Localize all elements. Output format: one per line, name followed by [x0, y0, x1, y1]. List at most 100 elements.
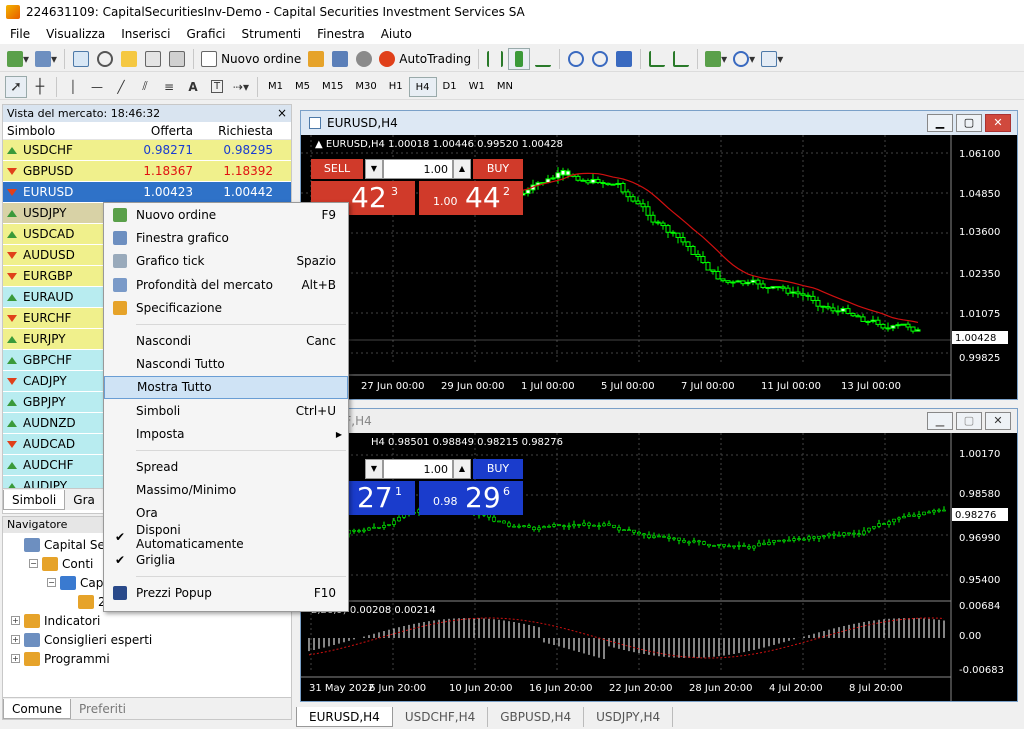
- horizontal-line-button[interactable]: —: [86, 76, 108, 98]
- buy-price[interactable]: 1.00 44 2: [419, 181, 523, 215]
- text-button[interactable]: A: [182, 76, 204, 98]
- menu-insert[interactable]: Inserisci: [113, 24, 178, 44]
- fibonacci-button[interactable]: ≡: [158, 76, 180, 98]
- expand-toggle[interactable]: +: [11, 635, 20, 644]
- qty-down-button[interactable]: ▼: [365, 159, 383, 179]
- buy-button[interactable]: BUY: [473, 159, 523, 179]
- menu-window[interactable]: Finestra: [309, 24, 373, 44]
- autotrading-button[interactable]: AutoTrading: [377, 48, 473, 70]
- new-order-button[interactable]: Nuovo ordine: [199, 48, 303, 70]
- text-label-button[interactable]: T: [206, 76, 228, 98]
- symbol-row-gbpusd[interactable]: GBPUSD 1.18367 1.18392: [3, 161, 291, 182]
- col-ask[interactable]: Richiesta: [199, 122, 279, 139]
- symbol-row-usdchf[interactable]: USDCHF 0.98271 0.98295: [3, 140, 291, 161]
- menu-help[interactable]: Aiuto: [373, 24, 420, 44]
- context-menu-item-nascondi-tutto[interactable]: Nascondi Tutto: [104, 352, 348, 375]
- tf-m15[interactable]: M15: [316, 77, 349, 97]
- qty-up-button[interactable]: ▲: [453, 459, 471, 479]
- arrows-button[interactable]: ⇢▾: [230, 76, 252, 98]
- expand-toggle[interactable]: −: [47, 578, 56, 587]
- minimize-button[interactable]: ▁: [927, 412, 953, 430]
- market-watch-button[interactable]: [70, 48, 92, 70]
- tf-mn[interactable]: MN: [491, 77, 519, 97]
- close-button[interactable]: ✕: [985, 412, 1011, 430]
- chart-tab-eurusd[interactable]: EURUSD,H4: [296, 707, 393, 727]
- tf-m1[interactable]: M1: [262, 77, 289, 97]
- profiles-button[interactable]: ▾: [33, 48, 59, 70]
- menu-file[interactable]: File: [2, 24, 38, 44]
- indicators-button[interactable]: ▾: [703, 48, 729, 70]
- context-menu-item-finestra-grafico[interactable]: Finestra grafico: [104, 226, 348, 249]
- zoom-in-button[interactable]: [565, 48, 587, 70]
- tf-w1[interactable]: W1: [463, 77, 491, 97]
- context-menu-item-prezzi-popup[interactable]: Prezzi Popup F10: [104, 581, 348, 604]
- auto-scroll-button[interactable]: [670, 48, 692, 70]
- col-bid[interactable]: Offerta: [119, 122, 199, 139]
- qty-down-button[interactable]: ▼: [365, 459, 383, 479]
- context-menu-item-mostra-tutto[interactable]: Mostra Tutto: [104, 375, 348, 400]
- qty-input[interactable]: 1.00: [383, 459, 453, 479]
- buy-button[interactable]: BUY: [473, 459, 523, 479]
- close-icon[interactable]: ×: [277, 105, 287, 122]
- tf-m5[interactable]: M5: [289, 77, 316, 97]
- navigator-button[interactable]: [118, 48, 140, 70]
- chart-shift-button[interactable]: [646, 48, 668, 70]
- tab-tick-chart[interactable]: Gra: [65, 490, 103, 510]
- maximize-button[interactable]: ▢: [956, 114, 982, 132]
- tf-h4[interactable]: H4: [408, 76, 437, 97]
- expand-toggle[interactable]: +: [11, 616, 20, 625]
- tab-favorites[interactable]: Preferiti: [71, 699, 134, 719]
- vps-button[interactable]: [353, 48, 375, 70]
- data-window-button[interactable]: [94, 48, 116, 70]
- crosshair-button[interactable]: ┼: [29, 76, 51, 98]
- minimize-button[interactable]: ▁: [927, 114, 953, 132]
- templates-button[interactable]: ▾: [759, 48, 785, 70]
- chart-tab-usdchf[interactable]: USDCHF,H4: [393, 707, 489, 727]
- close-button[interactable]: ✕: [985, 114, 1011, 132]
- tf-h1[interactable]: H1: [383, 77, 409, 97]
- maximize-button[interactable]: ▢: [956, 412, 982, 430]
- new-chart-button[interactable]: ▾: [5, 48, 31, 70]
- expand-toggle[interactable]: +: [11, 654, 20, 663]
- qty-input[interactable]: 1.00: [383, 159, 453, 179]
- context-menu-item-spread[interactable]: Spread: [104, 455, 348, 478]
- context-menu-item-disponi-automaticamente[interactable]: ✔ Disponi Automaticamente: [104, 523, 348, 551]
- navigator-item[interactable]: + Indicatori: [3, 611, 291, 630]
- cursor-button[interactable]: ➚: [5, 75, 27, 98]
- symbol-row-eurusd[interactable]: EURUSD 1.00423 1.00442: [3, 182, 291, 203]
- candlestick-button[interactable]: [508, 47, 531, 70]
- tester-button[interactable]: [166, 48, 188, 70]
- chart-tab-usdjpy[interactable]: USDJPY,H4: [584, 707, 674, 727]
- tf-d1[interactable]: D1: [437, 77, 463, 97]
- tf-m30[interactable]: M30: [349, 77, 382, 97]
- context-menu-item-ora[interactable]: Ora: [104, 502, 348, 525]
- tile-windows-button[interactable]: [613, 48, 635, 70]
- menu-charts[interactable]: Grafici: [178, 24, 233, 44]
- context-menu-item-nuovo-ordine[interactable]: Nuovo ordine F9: [104, 203, 348, 226]
- navigator-item[interactable]: + Consiglieri esperti: [3, 630, 291, 649]
- menu-view[interactable]: Visualizza: [38, 24, 113, 44]
- context-menu-item-grafico-tick[interactable]: Grafico tick Spazio: [104, 250, 348, 273]
- qty-up-button[interactable]: ▲: [453, 159, 471, 179]
- metaeditor-button[interactable]: [305, 48, 327, 70]
- terminal-button[interactable]: [142, 48, 164, 70]
- signals-button[interactable]: [329, 48, 351, 70]
- expand-toggle[interactable]: −: [29, 559, 38, 568]
- context-menu-item-simboli[interactable]: Simboli Ctrl+U: [104, 399, 348, 422]
- sell-button[interactable]: SELL: [311, 159, 363, 179]
- zoom-out-button[interactable]: [589, 48, 611, 70]
- context-menu-item-specificazione[interactable]: Specificazione: [104, 297, 348, 320]
- context-menu-item-imposta[interactable]: Imposta ▶: [104, 423, 348, 446]
- periods-button[interactable]: ▾: [731, 48, 757, 70]
- line-chart-button[interactable]: [532, 48, 554, 70]
- channel-button[interactable]: ⫽: [134, 76, 156, 98]
- tab-symbols[interactable]: Simboli: [3, 489, 66, 510]
- chart-tab-gbpusd[interactable]: GBPUSD,H4: [488, 707, 585, 727]
- context-menu-item-massimo-minimo[interactable]: Massimo/Minimo: [104, 478, 348, 501]
- menu-tools[interactable]: Strumenti: [234, 24, 310, 44]
- context-menu-item-griglia[interactable]: ✔ Griglia: [104, 548, 348, 571]
- tab-common[interactable]: Comune: [3, 698, 72, 719]
- vertical-line-button[interactable]: │: [62, 76, 84, 98]
- navigator-item[interactable]: + Programmi: [3, 649, 291, 668]
- trendline-button[interactable]: ╱: [110, 76, 132, 98]
